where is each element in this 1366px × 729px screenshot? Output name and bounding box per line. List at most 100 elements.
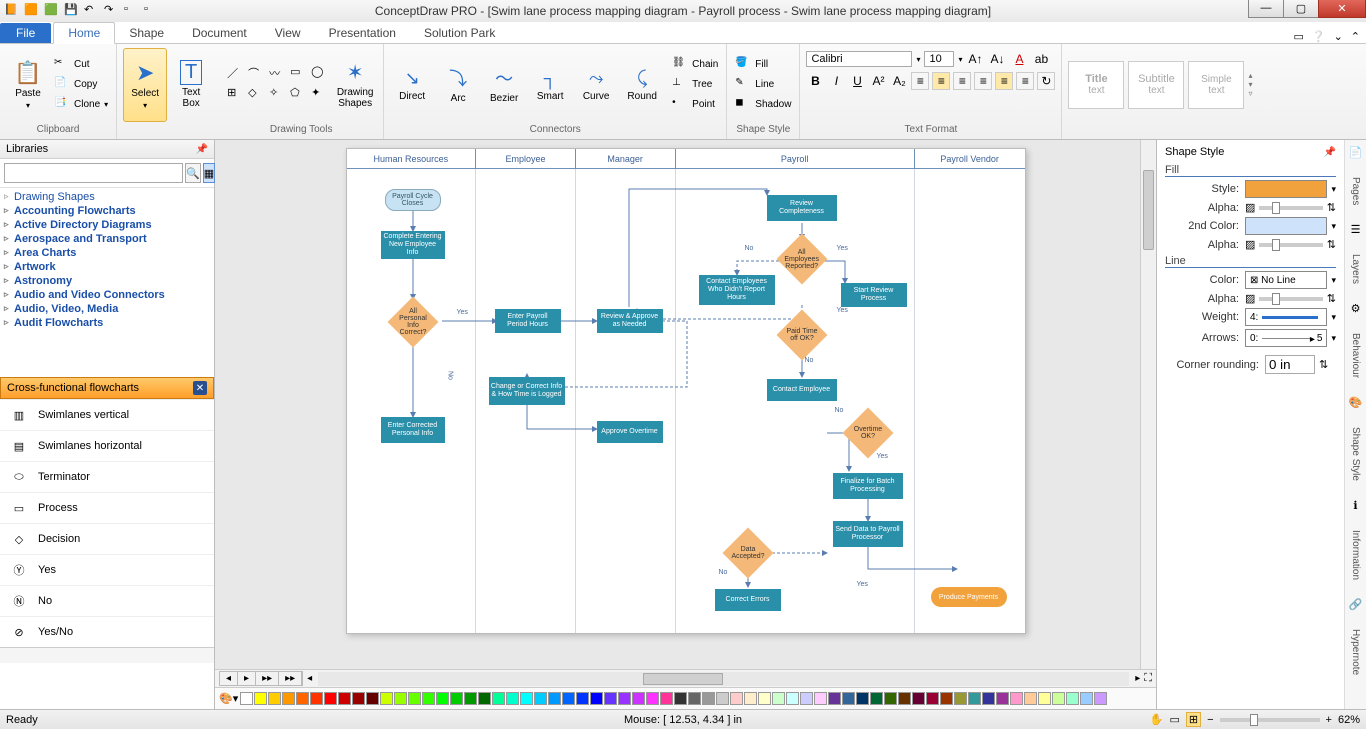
copy-button[interactable]: 📄Copy <box>52 76 110 94</box>
color-swatch[interactable] <box>240 692 253 705</box>
maximize-button[interactable]: ▢ <box>1283 0 1319 18</box>
info-tab-icon[interactable]: ℹ <box>1353 499 1357 512</box>
superscript-button[interactable]: A² <box>869 72 887 90</box>
style-simple[interactable]: Simpletext <box>1188 61 1244 109</box>
color-swatch[interactable] <box>492 692 505 705</box>
shape-swimlanes-h[interactable]: ▤Swimlanes horizontal <box>0 430 214 461</box>
fill-button[interactable]: 🪣Fill <box>733 56 793 74</box>
color-swatch[interactable] <box>632 692 645 705</box>
tab-pages[interactable]: Pages <box>1350 173 1361 209</box>
direct-button[interactable]: ↘Direct <box>390 48 434 122</box>
node-complete-enter[interactable]: Complete Entering New Employee Info <box>381 231 445 259</box>
lib-item[interactable]: Audio and Video Connectors <box>4 288 210 302</box>
file-tab[interactable]: File <box>0 23 51 43</box>
tab-info[interactable]: Information <box>1350 526 1361 584</box>
color-swatch[interactable] <box>954 692 967 705</box>
vertical-scrollbar[interactable] <box>1140 140 1156 669</box>
shape-decision[interactable]: ◇Decision <box>0 523 214 554</box>
color-swatch[interactable] <box>814 692 827 705</box>
qat-icon[interactable]: ▫ <box>124 3 140 19</box>
color-swatch[interactable] <box>968 692 981 705</box>
color-swatch[interactable] <box>856 692 869 705</box>
color-swatch[interactable] <box>646 692 659 705</box>
color-swatch[interactable] <box>506 692 519 705</box>
smart-button[interactable]: ┐Smart <box>528 48 572 122</box>
stepper-icon[interactable]: ⇅ <box>1327 292 1336 305</box>
shape-swimlanes-v[interactable]: ▥Swimlanes vertical <box>0 399 214 430</box>
lib-item[interactable]: Audio, Video, Media <box>4 302 210 316</box>
cross-functional-header[interactable]: Cross-functional flowcharts ✕ <box>0 377 214 399</box>
tree-button[interactable]: ⊥Tree <box>670 76 720 94</box>
color-swatch[interactable] <box>618 692 631 705</box>
tool-icon[interactable]: ◇ <box>248 86 264 102</box>
color-swatch[interactable] <box>1094 692 1107 705</box>
alpha-slider[interactable] <box>1259 206 1322 210</box>
align-left-icon[interactable]: ≡ <box>911 72 929 90</box>
zoom-slider[interactable] <box>1220 718 1320 722</box>
tab-behaviour[interactable]: Behaviour <box>1350 329 1361 382</box>
tab-shapestyle[interactable]: Shape Style <box>1350 423 1361 485</box>
shape-terminator[interactable]: ⬭Terminator <box>0 461 214 492</box>
tab-shape[interactable]: Shape <box>115 23 178 43</box>
palette-menu-icon[interactable]: 🎨▾ <box>219 692 238 705</box>
node-send-data[interactable]: Send Data to Payroll Processor <box>833 521 903 547</box>
color-swatch[interactable] <box>870 692 883 705</box>
node-change-correct[interactable]: Change or Correct Info & How Time is Log… <box>489 377 565 405</box>
color-swatch[interactable] <box>674 692 687 705</box>
color-swatch[interactable] <box>996 692 1009 705</box>
tool-icon[interactable]: ✧ <box>269 86 285 102</box>
rect-tool-icon[interactable]: ▭ <box>290 65 306 81</box>
color-swatch[interactable] <box>464 692 477 705</box>
align-right-icon[interactable]: ≡ <box>953 72 971 90</box>
pin-icon[interactable]: 📌 <box>1324 147 1336 158</box>
curve-button[interactable]: ⤳Curve <box>574 48 618 122</box>
node-payroll-cycle[interactable]: Payroll Cycle Closes <box>385 189 441 211</box>
lib-item[interactable]: Aerospace and Transport <box>4 232 210 246</box>
color-swatch[interactable] <box>394 692 407 705</box>
cut-button[interactable]: ✂Cut <box>52 56 110 74</box>
font-combo[interactable] <box>806 51 912 67</box>
underline-button[interactable]: U <box>848 72 866 90</box>
node-finalize[interactable]: Finalize for Batch Processing <box>833 473 903 499</box>
tab-view[interactable]: View <box>261 23 315 43</box>
textbox-button[interactable]: T Text Box <box>169 48 213 122</box>
ribbon-min-icon[interactable]: ⌄ <box>1334 30 1343 43</box>
color-swatch[interactable] <box>478 692 491 705</box>
ellipse-tool-icon[interactable]: ◯ <box>311 65 327 81</box>
redo-icon[interactable]: ↷ <box>104 3 120 19</box>
style-title[interactable]: Titletext <box>1068 61 1124 109</box>
color-swatch[interactable] <box>828 692 841 705</box>
color-swatch[interactable] <box>940 692 953 705</box>
drawing-shapes-button[interactable]: ✶ Drawing Shapes <box>333 48 377 122</box>
snap-icon[interactable]: ⊞ <box>1186 712 1201 727</box>
alpha-slider-2[interactable] <box>1259 243 1322 247</box>
zoom-in-icon[interactable]: + <box>1326 714 1332 726</box>
color-swatch[interactable] <box>716 692 729 705</box>
color-swatch[interactable] <box>1052 692 1065 705</box>
color-swatch[interactable] <box>688 692 701 705</box>
round-button[interactable]: ⤹Round <box>620 48 664 122</box>
color-swatch[interactable] <box>730 692 743 705</box>
color-swatch[interactable] <box>380 692 393 705</box>
rotate-text-icon[interactable]: ↻ <box>1037 72 1055 90</box>
horizontal-scrollbar[interactable] <box>318 672 1129 686</box>
save-icon[interactable]: 💾 <box>64 3 80 19</box>
color-swatch[interactable] <box>324 692 337 705</box>
tab-presentation[interactable]: Presentation <box>315 23 410 43</box>
line-alpha-slider[interactable] <box>1259 297 1322 301</box>
color-swatch[interactable] <box>590 692 603 705</box>
tab-hypernote[interactable]: Hypernote <box>1350 625 1361 679</box>
color-swatch[interactable] <box>254 692 267 705</box>
color-swatch[interactable] <box>772 692 785 705</box>
line-button[interactable]: ✎Line <box>733 76 793 94</box>
color-swatch[interactable] <box>1024 692 1037 705</box>
tab-home[interactable]: Home <box>53 22 115 44</box>
zoom-out-icon[interactable]: − <box>1207 714 1213 726</box>
color-swatch[interactable] <box>1066 692 1079 705</box>
font-color-icon[interactable]: A <box>1010 50 1028 68</box>
library-search-input[interactable] <box>4 163 183 183</box>
color-swatch[interactable] <box>436 692 449 705</box>
color-swatch[interactable] <box>520 692 533 705</box>
corner-input[interactable] <box>1265 355 1315 374</box>
color-swatch[interactable] <box>534 692 547 705</box>
